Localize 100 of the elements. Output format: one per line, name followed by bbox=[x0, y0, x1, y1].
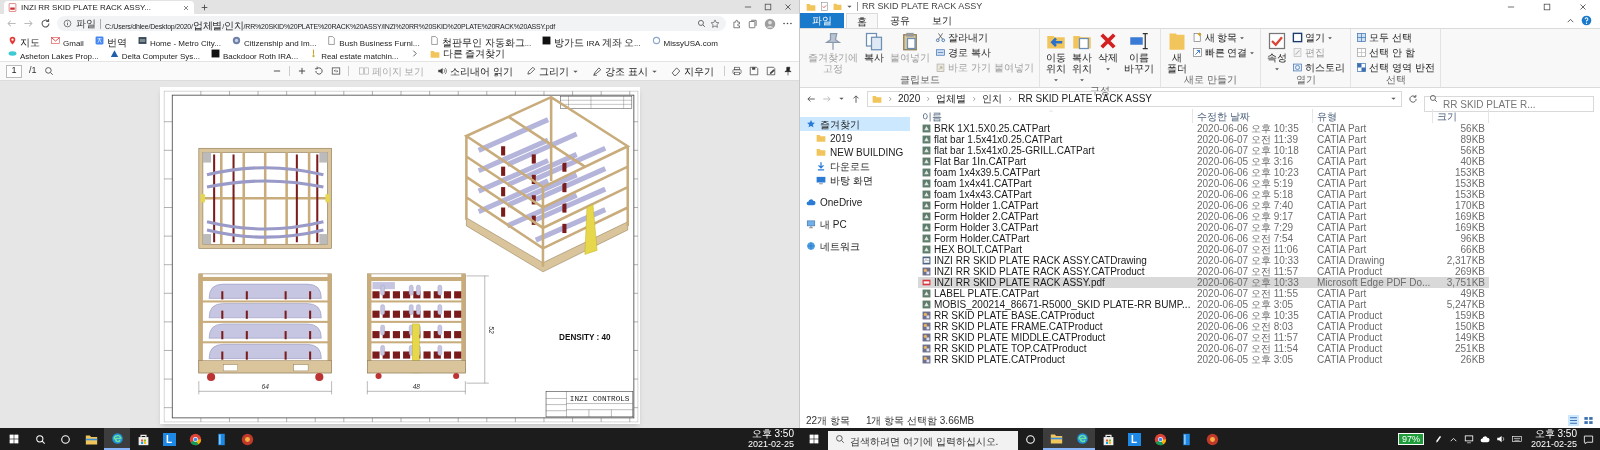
breadcrumb-item[interactable]: 인치 bbox=[982, 91, 1003, 106]
breadcrumb-item[interactable]: 업체별 bbox=[936, 91, 967, 106]
ribbon-button[interactable]: 모두 선택 bbox=[1356, 31, 1435, 44]
caret-icon[interactable] bbox=[1390, 95, 1397, 102]
nav-item[interactable]: NEW BUILDING bbox=[800, 145, 910, 159]
search-icon[interactable] bbox=[35, 433, 46, 445]
bookmark[interactable]: Bush Business Furni... bbox=[327, 34, 420, 47]
caret-icon[interactable] bbox=[846, 3, 853, 10]
ribbon-button[interactable]: 이름 바꾸기 bbox=[1122, 31, 1155, 74]
search-field[interactable]: RR SKID PLATE R... bbox=[1424, 96, 1594, 112]
cloud-icon[interactable] bbox=[1479, 434, 1490, 444]
caret-icon[interactable] bbox=[838, 95, 845, 102]
ribbon-button[interactable]: 경로 복사 bbox=[935, 46, 1034, 59]
star-plus-icon[interactable] bbox=[710, 18, 720, 29]
refresh-icon[interactable] bbox=[1408, 93, 1418, 104]
file-menu-tab[interactable]: 파일 bbox=[800, 13, 844, 28]
nav-item[interactable]: 즐겨찾기 bbox=[800, 117, 910, 131]
breadcrumb-item[interactable]: 2020 bbox=[898, 91, 921, 106]
plus-icon[interactable] bbox=[200, 3, 209, 12]
browser-tab[interactable]: INZI RR SKID PLATE RACK ASSY... bbox=[4, 1, 194, 14]
ribbon-button[interactable]: 삭제 bbox=[1096, 31, 1119, 74]
ribbon-button[interactable]: 새 폴더 bbox=[1165, 31, 1188, 74]
maximize-icon[interactable] bbox=[763, 2, 773, 12]
bookmark[interactable]: 지도 bbox=[8, 34, 40, 47]
ribbon-tab[interactable]: 홈 bbox=[846, 13, 878, 28]
puzzle-icon[interactable] bbox=[732, 18, 742, 29]
bookmark[interactable]: 방가드 IRA 계좌 오... bbox=[542, 34, 641, 47]
bookmark[interactable]: Delta Computer Sys... bbox=[109, 47, 200, 60]
bookmark[interactable]: 철판무인 자동화그... bbox=[430, 34, 532, 47]
avatar-icon[interactable] bbox=[764, 17, 776, 30]
nav-item[interactable]: 네트워크 bbox=[800, 239, 910, 253]
toolbar-button[interactable]: 소리내어 읽기 bbox=[434, 63, 517, 79]
notification-icon[interactable] bbox=[1583, 433, 1594, 445]
help-icon[interactable] bbox=[1581, 15, 1592, 26]
clock-date: 2021-02-25 bbox=[747, 439, 794, 449]
ribbon-button[interactable]: 새 항목 bbox=[1191, 31, 1256, 44]
taskbar-button[interactable] bbox=[1043, 428, 1069, 450]
plus-icon[interactable] bbox=[296, 66, 307, 76]
toolbar-button[interactable]: 지우기 bbox=[668, 63, 717, 79]
refresh-icon[interactable] bbox=[40, 18, 51, 29]
ribbon-button[interactable]: 빠른 연결 bbox=[1191, 46, 1256, 59]
ribbon-button[interactable]: 잘라내기 bbox=[935, 31, 1034, 44]
toolbar-button[interactable]: 강조 표시 bbox=[589, 63, 661, 79]
monitor-icon[interactable] bbox=[1463, 434, 1474, 444]
save-as-icon[interactable] bbox=[766, 66, 776, 76]
nav-item[interactable]: 2019 bbox=[800, 131, 910, 145]
ribbon-button[interactable]: 선택 안 함 bbox=[1356, 46, 1435, 59]
bookmark[interactable]: Real estate matchin... bbox=[309, 47, 399, 60]
taskbar-button[interactable]: L bbox=[1121, 428, 1147, 450]
caret-up-icon[interactable] bbox=[1566, 16, 1575, 25]
toolbar-button[interactable]: 그리기 bbox=[523, 63, 583, 79]
circle-icon[interactable] bbox=[1025, 433, 1036, 445]
bookmark[interactable]: MissyUSA.com bbox=[651, 34, 718, 47]
ribbon-tab[interactable]: 보기 bbox=[922, 13, 962, 28]
taskbar-button[interactable]: L bbox=[156, 428, 182, 450]
ribbon-button[interactable]: 선택 영역 반전 bbox=[1356, 61, 1435, 74]
page-number-field[interactable]: 1 bbox=[6, 64, 22, 78]
ribbon-button[interactable]: 열기 bbox=[1292, 31, 1346, 44]
bookmark[interactable]: Gmail bbox=[51, 34, 84, 47]
info-icon[interactable] bbox=[63, 19, 72, 28]
close-icon[interactable] bbox=[182, 3, 190, 12]
up-arrow-icon[interactable] bbox=[851, 93, 861, 104]
ribbon-button[interactable]: 이동 위치 bbox=[1044, 31, 1067, 85]
keyboard-icon[interactable] bbox=[1511, 434, 1522, 444]
bookmark[interactable]: 번역 bbox=[94, 34, 127, 47]
checkmark-document-icon[interactable] bbox=[820, 2, 829, 11]
nav-item[interactable]: OneDrive bbox=[800, 195, 910, 209]
pin-icon[interactable] bbox=[783, 66, 793, 76]
fit-page-icon[interactable] bbox=[330, 66, 341, 76]
speaker-icon[interactable] bbox=[1495, 434, 1506, 444]
close-icon[interactable] bbox=[783, 2, 793, 12]
maximize-icon[interactable] bbox=[1542, 1, 1552, 12]
taskbar-button[interactable] bbox=[104, 428, 130, 450]
close-icon[interactable] bbox=[1578, 1, 1588, 12]
file-row[interactable]: INZI RR SKID PLATE RACK ASSY.pdf 2020-06-07 오후 10:33 Microsoft Edge PDF Do... 3,751KB bbox=[918, 277, 1489, 288]
back-icon[interactable] bbox=[806, 93, 816, 104]
nav-item[interactable]: 내 PC bbox=[800, 217, 910, 231]
search-field[interactable]: 검색하려면 여기에 입력하십시오. bbox=[828, 430, 1018, 450]
bookmark[interactable]: Backdoor Roth IRA... bbox=[210, 47, 299, 60]
nav-item[interactable]: 바탕 화면 bbox=[800, 173, 910, 187]
save-icon[interactable] bbox=[749, 66, 759, 76]
taskbar-button[interactable] bbox=[1069, 428, 1095, 450]
collections-icon[interactable] bbox=[748, 18, 758, 29]
ribbon-button[interactable]: 속성 bbox=[1266, 31, 1289, 74]
bookmark[interactable]: Citizenship and Im... bbox=[231, 34, 317, 47]
ribbon-button[interactable]: 복사 bbox=[863, 31, 885, 63]
zoom-icon[interactable] bbox=[697, 19, 706, 28]
ribbon-button[interactable]: 히스토리 bbox=[1292, 61, 1346, 74]
ribbon-tab[interactable]: 공유 bbox=[880, 13, 920, 28]
large-icons-view-icon[interactable] bbox=[1583, 415, 1594, 426]
circle-icon[interactable] bbox=[60, 433, 71, 445]
bookmark[interactable]: Home - Metro City... bbox=[137, 34, 221, 47]
file-size: 153KB bbox=[1453, 167, 1486, 178]
ribbon-button[interactable]: 복사 위치 bbox=[1070, 31, 1093, 85]
print-icon[interactable] bbox=[732, 66, 742, 76]
bookmark[interactable]: Asheton Lakes Prop... bbox=[8, 47, 99, 60]
rotate-icon[interactable] bbox=[313, 66, 324, 76]
nav-item[interactable]: 다운로드 bbox=[800, 159, 910, 173]
bookmark-folder[interactable]: 다른 즐겨찾기 bbox=[429, 47, 506, 60]
details-view-icon[interactable] bbox=[1568, 415, 1579, 426]
